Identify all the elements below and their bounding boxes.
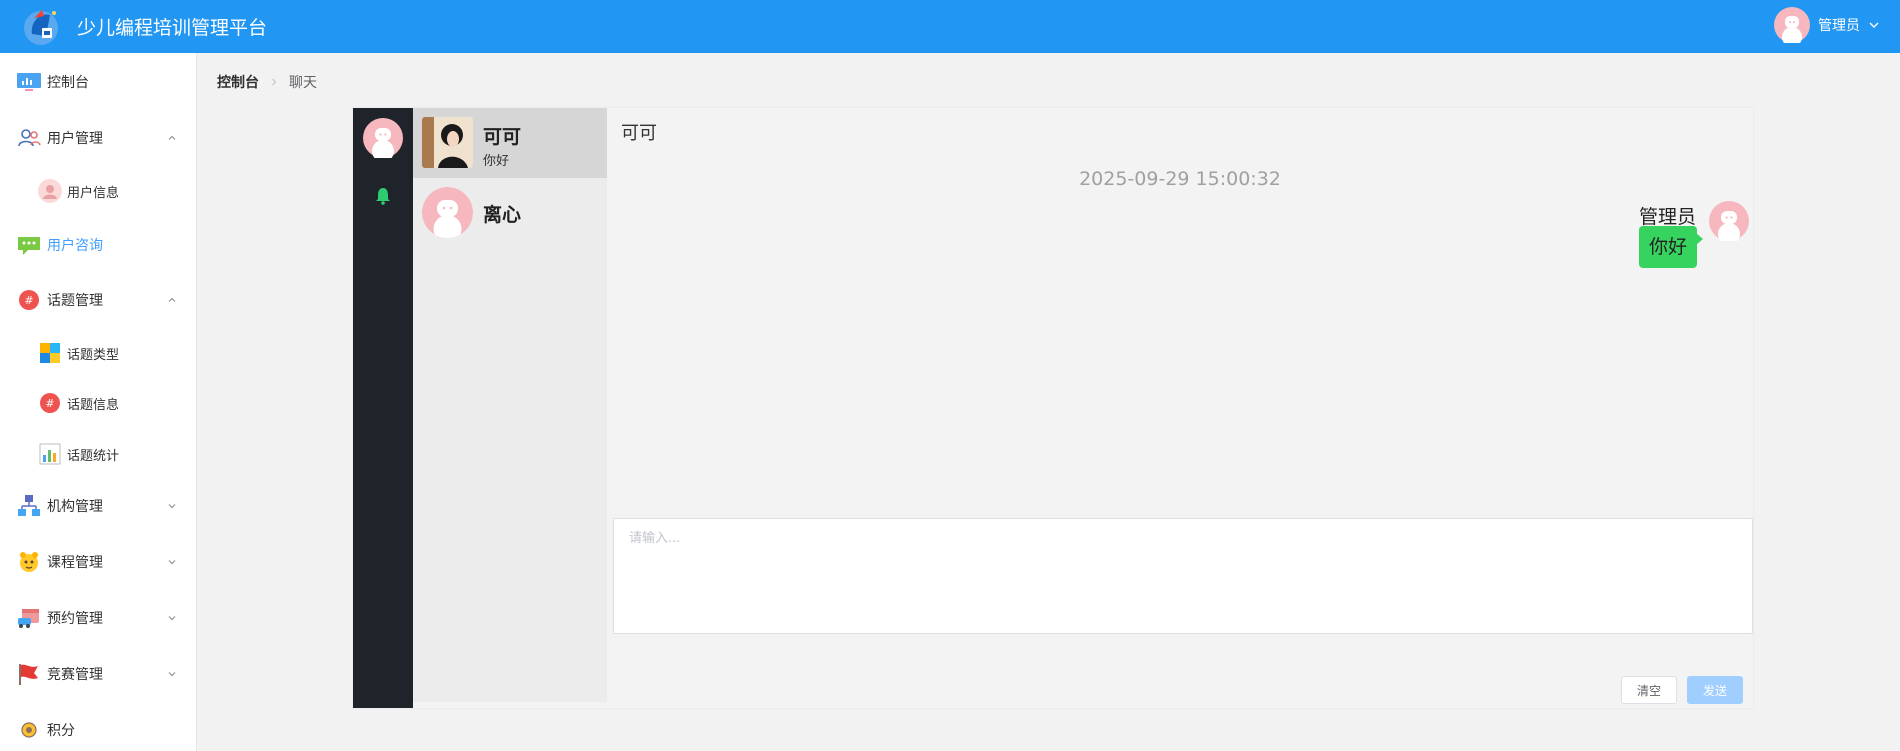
sidebar-item-label: 积分 — [47, 723, 75, 739]
svg-text:#: # — [24, 294, 33, 307]
user-avatar-icon — [38, 179, 62, 203]
sidebar-item-topic-management[interactable]: # 话题管理 — [0, 280, 197, 320]
sidebar: 控制台 用户管理 用户信息 用户咨询 # 话题管理 话题类型 # 话题信息 话题… — [0, 53, 197, 751]
coin-icon — [21, 722, 37, 738]
clear-button[interactable]: 清空 — [1621, 676, 1677, 704]
message-timestamp: 2025-09-29 15:00:32 — [1079, 168, 1281, 190]
bell-icon[interactable] — [373, 186, 393, 206]
monitor-chart-icon — [17, 73, 41, 91]
message-bubble-tail — [1696, 233, 1703, 245]
chevron-up-icon — [168, 135, 176, 140]
sidebar-item-dashboard[interactable]: 控制台 — [0, 62, 197, 102]
sidebar-item-booking-management[interactable]: 预约管理 — [0, 598, 197, 638]
sidebar-item-label: 话题管理 — [47, 293, 103, 309]
conversation-title: 可可 — [621, 123, 657, 144]
conversation-panel: 可可 2025-09-29 15:00:32 管理员 你好 清空 发送 — [607, 108, 1753, 708]
chat-bubble-icon — [18, 237, 40, 255]
sidebar-item-label: 用户咨询 — [47, 238, 103, 254]
user-avatar-icon — [1774, 7, 1810, 43]
contact-item[interactable]: 离心 — [413, 178, 607, 248]
sidebar-item-label: 话题统计 — [67, 448, 120, 464]
svg-text:#: # — [45, 397, 54, 410]
user-menu[interactable]: 管理员 — [1774, 7, 1880, 43]
flag-icon — [19, 664, 38, 685]
sidebar-item-label: 竞赛管理 — [47, 667, 103, 683]
mascot-icon — [20, 552, 38, 572]
chevron-up-icon — [168, 297, 176, 302]
sidebar-item-contest-management[interactable]: 竞赛管理 — [0, 654, 197, 694]
breadcrumb-current: 聊天 — [289, 75, 317, 91]
message-input[interactable] — [614, 519, 1752, 633]
sidebar-item-topic-type[interactable]: 话题类型 — [0, 333, 197, 373]
contact-list: 可可 你好 离心 — [413, 108, 607, 702]
sidebar-item-label: 用户管理 — [47, 131, 103, 147]
chat-rail — [353, 108, 413, 708]
breadcrumb: 控制台 聊天 — [217, 72, 317, 92]
chevron-down-icon — [168, 616, 176, 621]
chevron-right-icon — [272, 78, 277, 86]
breadcrumb-home-link[interactable]: 控制台 — [217, 72, 259, 92]
chevron-down-icon — [168, 560, 176, 565]
message-input-box — [613, 518, 1753, 634]
contact-name: 可可 — [483, 126, 522, 148]
sidebar-item-user-management[interactable]: 用户管理 — [0, 118, 197, 158]
bar-chart-icon — [39, 443, 61, 465]
sidebar-item-points[interactable]: 积分 — [0, 710, 197, 750]
user-name: 管理员 — [1818, 18, 1860, 34]
chevron-down-icon — [1869, 22, 1879, 28]
users-icon — [18, 129, 41, 147]
contact-avatar-image — [422, 187, 473, 238]
sidebar-item-user-info[interactable]: 用户信息 — [0, 171, 197, 211]
colored-blocks-icon — [40, 343, 60, 363]
chevron-down-icon — [168, 504, 176, 509]
org-tree-icon — [18, 495, 40, 516]
hashtag-icon: # — [40, 393, 60, 413]
calendar-car-icon — [18, 609, 39, 628]
sidebar-item-course-management[interactable]: 课程管理 — [0, 542, 197, 582]
sidebar-item-label: 用户信息 — [67, 185, 120, 201]
contact-preview: 你好 — [483, 154, 510, 169]
top-bar: 少儿编程培训管理平台 管理员 — [0, 0, 1900, 53]
sidebar-item-label: 机构管理 — [47, 499, 103, 515]
sidebar-item-label: 预约管理 — [47, 611, 103, 627]
hashtag-icon: # — [19, 290, 39, 310]
sidebar-item-label: 控制台 — [47, 75, 89, 91]
chat-panel: 可可 你好 离心 可可 2025-09-29 15:00:32 管理员 你好 请… — [353, 108, 1753, 708]
chevron-down-icon — [168, 672, 176, 677]
sidebar-item-topic-info[interactable]: # 话题信息 — [0, 383, 197, 423]
user-avatar-icon — [1709, 201, 1749, 241]
app-title: 少儿编程培训管理平台 — [77, 17, 268, 39]
app-logo — [24, 10, 58, 45]
sidebar-item-label: 话题信息 — [67, 397, 120, 413]
sidebar-item-label: 课程管理 — [47, 555, 103, 571]
user-avatar-icon[interactable] — [363, 118, 403, 158]
contact-name: 离心 — [483, 204, 522, 226]
sidebar-item-user-consult[interactable]: 用户咨询 — [0, 225, 197, 265]
sidebar-item-topic-stats[interactable]: 话题统计 — [0, 434, 197, 474]
message-sender: 管理员 — [1638, 206, 1696, 228]
contact-avatar-image — [422, 117, 473, 168]
message-bubble: 你好 — [1638, 226, 1697, 268]
sidebar-item-label: 话题类型 — [67, 347, 120, 363]
contact-item[interactable]: 可可 你好 — [413, 108, 607, 178]
sidebar-item-org-management[interactable]: 机构管理 — [0, 486, 197, 526]
send-button[interactable]: 发送 — [1687, 676, 1743, 704]
